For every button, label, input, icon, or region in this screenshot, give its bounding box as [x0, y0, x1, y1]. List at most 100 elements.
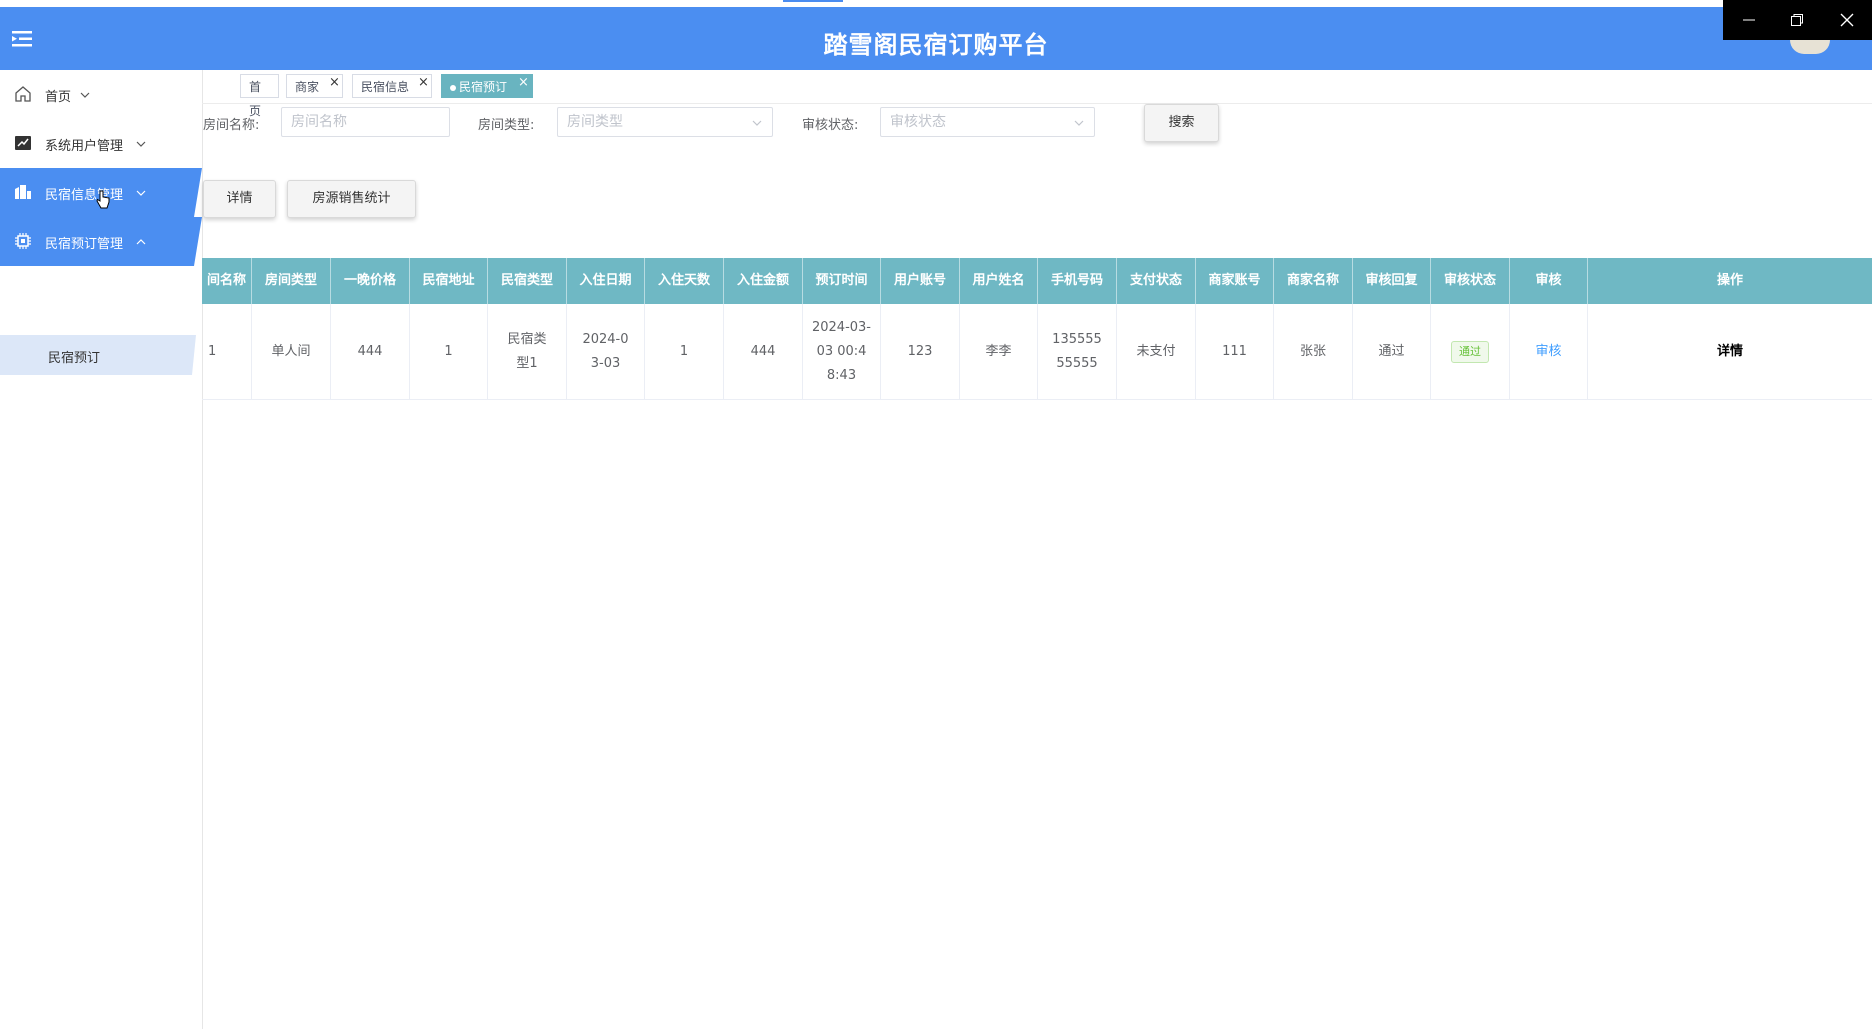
- minimize-button[interactable]: [1725, 0, 1773, 40]
- col-booking-time: 预订时间: [803, 258, 881, 304]
- window-controls: [1723, 0, 1872, 40]
- sidebar-item-home[interactable]: 首页: [0, 70, 202, 119]
- cell-room-type: 单人间: [252, 304, 331, 399]
- browser-indicator: [783, 0, 843, 2]
- status-label: 审核状态:: [802, 118, 859, 133]
- sales-stats-button[interactable]: 房源销售统计: [287, 180, 416, 218]
- col-room-type: 房间类型: [252, 258, 331, 304]
- restore-icon: [1791, 14, 1803, 26]
- active-dot-icon: [450, 84, 456, 91]
- sidebar-item-label: 民宿预订管理: [45, 237, 124, 252]
- close-icon: [1840, 13, 1854, 27]
- tab-homestay-info[interactable]: 民宿信息 ×: [352, 74, 432, 98]
- mouse-cursor-icon: [96, 190, 110, 209]
- chevron-down-icon: [752, 120, 762, 126]
- cell-pay-status: 未支付: [1117, 304, 1196, 399]
- table-header: 间名称 房间类型 一晚价格 民宿地址 民宿类型 入住日期 入住天数 入住金额 预…: [202, 258, 1872, 304]
- chevron-down-icon: [1074, 120, 1084, 126]
- cell-booking-time: 2024-03-03 00:48:43: [803, 304, 881, 399]
- col-merchant-account: 商家账号: [1196, 258, 1274, 304]
- sidebar-item-homestay-info[interactable]: 民宿信息管理: [0, 168, 202, 217]
- audit-link[interactable]: 审核: [1535, 340, 1561, 364]
- cell-user-name: 李李: [960, 304, 1038, 399]
- col-night-price: 一晚价格: [331, 258, 410, 304]
- tab-label: 民宿信息: [361, 80, 410, 94]
- col-operation: 操作: [1716, 273, 1743, 288]
- room-name-label: 房间名称:: [203, 118, 260, 133]
- cell-amount: 444: [724, 304, 803, 399]
- tab-label: 商家: [295, 80, 320, 94]
- status-select[interactable]: 审核状态: [880, 107, 1095, 137]
- browser-top-strip: [0, 0, 1872, 7]
- cell-room-name: 1: [202, 304, 252, 399]
- table-row[interactable]: 1 单人间 444 1 民宿类型1 2024-03-03 1 444 2024-…: [202, 304, 1872, 400]
- col-user-name: 用户姓名: [960, 258, 1038, 304]
- tab-label: 首页: [249, 80, 262, 118]
- sidebar-item-label: 系统用户管理: [45, 139, 124, 154]
- room-type-placeholder: 房间类型: [567, 114, 623, 130]
- cell-audit: 审核: [1510, 304, 1588, 399]
- col-address: 民宿地址: [410, 258, 488, 304]
- room-name-input[interactable]: 房间名称: [281, 107, 450, 137]
- col-phone: 手机号码: [1038, 258, 1117, 304]
- app-title: 踏雪阁民宿订购平台: [823, 31, 1049, 59]
- sidebar-item-system-users[interactable]: 系统用户管理: [0, 119, 202, 168]
- close-icon[interactable]: ×: [329, 71, 340, 95]
- cell-phone: 13555555555: [1038, 304, 1117, 399]
- cell-operation: 详情: [1588, 304, 1872, 399]
- col-user-account: 用户账号: [881, 258, 960, 304]
- cell-homestay-type: 民宿类型1: [488, 304, 567, 399]
- col-audit-reply: 审核回复: [1353, 258, 1431, 304]
- user-admin-icon: [15, 136, 31, 150]
- cell-night-price: 444: [331, 304, 410, 399]
- search-button[interactable]: 搜索: [1144, 104, 1219, 142]
- cell-checkin-date: 2024-03-03: [567, 304, 645, 399]
- sidebar-item-booking-mgmt[interactable]: 民宿预订管理: [0, 217, 202, 266]
- chevron-down-icon: [136, 190, 146, 196]
- chevron-down-icon: [136, 141, 146, 147]
- minimize-icon: [1743, 19, 1755, 21]
- room-type-select[interactable]: 房间类型: [557, 107, 773, 137]
- chip-icon: [15, 233, 31, 249]
- home-icon: [15, 86, 31, 102]
- row-detail-link[interactable]: 详情: [1717, 340, 1743, 364]
- close-icon[interactable]: ×: [418, 71, 429, 95]
- top-header: 踏雪阁民宿订购平台: [0, 7, 1872, 70]
- detail-button[interactable]: 详情: [203, 180, 276, 218]
- cell-merchant-account: 111: [1196, 304, 1274, 399]
- sidebar-item-label: 首页: [45, 90, 72, 105]
- room-type-label: 房间类型:: [478, 118, 535, 133]
- divider: [202, 103, 1872, 104]
- col-pay-status: 支付状态: [1117, 258, 1196, 304]
- col-audit-status: 审核状态: [1431, 258, 1510, 304]
- col-checkin-days: 入住天数: [645, 258, 724, 304]
- sidebar: 首页 系统用户管理 民宿信息管理 民宿预订管理 民宿预订: [0, 70, 203, 1029]
- cell-merchant-name: 张张: [1274, 304, 1353, 399]
- cell-checkin-days: 1: [645, 304, 724, 399]
- restore-button[interactable]: [1773, 0, 1821, 40]
- building-icon: [15, 185, 31, 199]
- col-room-name: 间名称: [202, 258, 252, 304]
- chevron-down-icon: [80, 92, 90, 98]
- cell-user-account: 123: [881, 304, 960, 399]
- status-placeholder: 审核状态: [890, 114, 946, 130]
- col-homestay-type: 民宿类型: [488, 258, 567, 304]
- sidebar-subitem-label: 民宿预订: [48, 351, 101, 366]
- col-amount: 入住金额: [724, 258, 803, 304]
- room-name-placeholder: 房间名称: [291, 114, 347, 130]
- status-badge: 通过: [1451, 340, 1489, 363]
- col-audit: 审核: [1510, 258, 1588, 304]
- cell-audit-reply: 通过: [1353, 304, 1431, 399]
- close-icon[interactable]: ×: [518, 71, 529, 95]
- col-checkin-date: 入住日期: [567, 258, 645, 304]
- sidebar-subitem-booking[interactable]: 民宿预订: [0, 335, 196, 375]
- cell-address: 1: [410, 304, 488, 399]
- tab-home[interactable]: 首页: [240, 74, 279, 118]
- cell-audit-status: 通过: [1431, 304, 1510, 399]
- close-button[interactable]: [1823, 0, 1871, 40]
- chevron-up-icon: [136, 239, 146, 245]
- sidebar-item-label: 民宿信息管理: [45, 188, 124, 203]
- tab-label: 民宿预订: [459, 80, 508, 94]
- tab-merchant[interactable]: 商家 ×: [286, 74, 343, 98]
- tab-homestay-booking[interactable]: 民宿预订 ×: [441, 74, 533, 98]
